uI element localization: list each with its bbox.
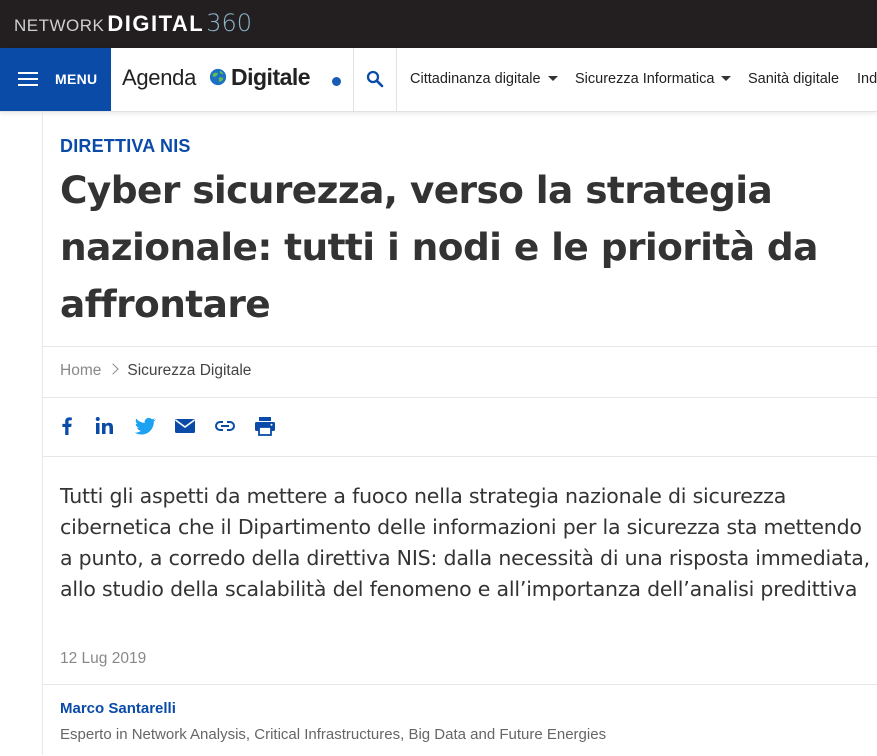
email-icon[interactable] (173, 414, 197, 438)
site-header: MENU Agenda Digitale Cittadinanza digita… (0, 48, 877, 112)
article: DIRETTIVA NIS Cyber sicurezza, verso la … (42, 112, 877, 755)
facebook-icon[interactable] (55, 414, 79, 438)
breadcrumb-row: Home Sicurezza Digitale (43, 346, 877, 398)
network-bar: NETWORK DIGITAL 360 (0, 0, 877, 48)
link-icon[interactable] (213, 414, 237, 438)
share-bar (43, 396, 877, 457)
hamburger-icon (18, 72, 38, 86)
brand-digitale-text: Digitale (231, 64, 311, 90)
logo-digital-text: DIGITAL (107, 11, 205, 36)
breadcrumb-current-link[interactable]: Sicurezza Digitale (127, 362, 251, 379)
menu-label: MENU (55, 71, 98, 87)
eu-badge-icon (332, 77, 341, 86)
print-icon[interactable] (253, 414, 277, 438)
network-digital360-logo[interactable]: NETWORK DIGITAL 360 (14, 9, 252, 39)
nav-item-label: Sicurezza Informatica (575, 71, 715, 87)
nav-item-label: Cittadinanza digitale (410, 71, 541, 87)
article-date: 12 Lug 2019 (60, 650, 147, 667)
globe-icon (209, 68, 227, 86)
menu-button[interactable]: MENU (0, 48, 111, 111)
breadcrumb-home-link[interactable]: Home (60, 362, 101, 379)
twitter-icon[interactable] (133, 414, 157, 438)
author-role: Esperto in Network Analysis, Critical In… (60, 726, 607, 743)
caret-down-icon (547, 75, 558, 81)
nav-item-cittadinanza-digitale[interactable]: Cittadinanza digitale (410, 71, 558, 87)
article-title: Cyber sicurezza, verso la strategia nazi… (60, 168, 818, 326)
nav-item-truncated[interactable]: Ind (857, 71, 877, 87)
logo-network-text: NETWORK (14, 16, 105, 35)
author-block: Marco Santarelli Esperto in Network Anal… (43, 684, 877, 756)
author-name-link[interactable]: Marco Santarelli (60, 700, 176, 717)
search-icon (366, 70, 384, 88)
article-summary: Tutti gli aspetti da mettere a fuoco nel… (60, 484, 870, 601)
caret-down-icon (721, 75, 732, 81)
linkedin-icon[interactable] (93, 414, 117, 438)
agenda-digitale-logo[interactable]: Agenda Digitale (111, 48, 354, 111)
search-button[interactable] (354, 48, 397, 111)
main-nav: Cittadinanza digitale Sicurezza Informat… (397, 48, 877, 111)
nav-item-label: Ind (857, 71, 877, 87)
logo-360-text: 360 (206, 9, 253, 37)
brand-agenda-text: Agenda (122, 65, 197, 90)
chevron-right-icon (107, 363, 120, 375)
breadcrumb: Home Sicurezza Digitale (60, 362, 251, 380)
article-kicker[interactable]: DIRETTIVA NIS (60, 136, 191, 157)
nav-item-sanita-digitale[interactable]: Sanità digitale (748, 71, 839, 87)
nav-item-sicurezza-informatica[interactable]: Sicurezza Informatica (575, 71, 732, 87)
nav-item-label: Sanità digitale (748, 71, 840, 87)
